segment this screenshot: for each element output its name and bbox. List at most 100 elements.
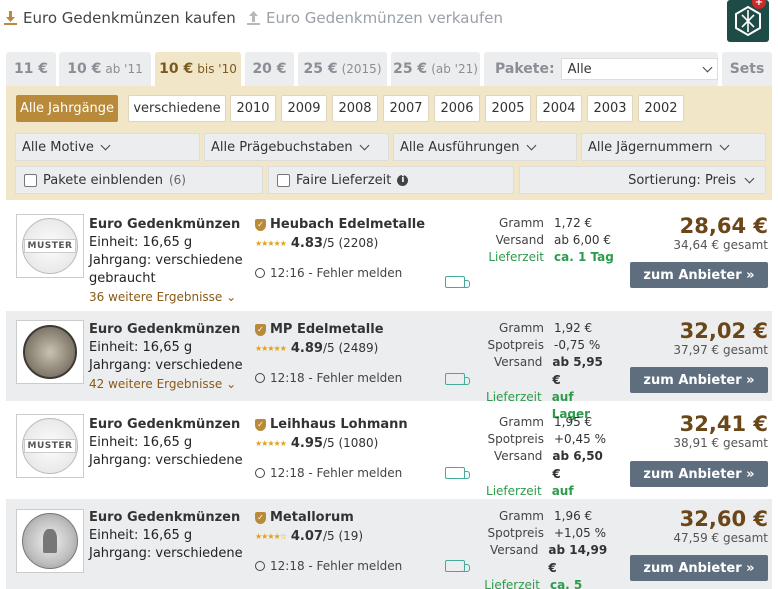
sort-dropdown[interactable]: Sortierung: Preis: [519, 166, 766, 194]
rating-max: /5: [322, 529, 335, 543]
sort-dropdown-label: Sortierung: Preis: [628, 172, 736, 188]
pakete-select-value: Alle: [567, 61, 592, 77]
product-name[interactable]: Euro Gedenkmünzen: [89, 416, 243, 434]
verified-shield-icon: ✓: [255, 324, 266, 336]
dealer-name[interactable]: ✓ Heubach Edelmetalle: [255, 216, 425, 234]
to-provider-button[interactable]: zum Anbieter »: [630, 461, 768, 487]
year-2009[interactable]: 2009: [281, 95, 327, 122]
coin-image: MUSTER: [22, 218, 78, 274]
result-row: Euro Gedenkmünzen Einheit: 16,65 g Jahrg…: [6, 311, 772, 421]
download-icon: [4, 11, 17, 25]
to-provider-button[interactable]: zum Anbieter »: [630, 367, 768, 393]
pakete-select[interactable]: Alle: [560, 58, 718, 80]
hexagon-logo-icon: [735, 5, 761, 37]
delivery-truck-icon: [445, 373, 470, 385]
product-unit: Einheit: 16,65 g: [89, 528, 193, 543]
year-2004[interactable]: 2004: [536, 95, 582, 122]
result-row: MUSTER Euro Gedenkmünzen Einheit: 16,65 …: [6, 406, 772, 515]
lieferzeit-value: ca. 1 Tag: [554, 250, 614, 265]
buy-tab[interactable]: Euro Gedenkmünzen kaufen: [4, 9, 236, 27]
update-time[interactable]: 12:18 - Fehler melden: [255, 557, 402, 575]
to-provider-button[interactable]: zum Anbieter »: [630, 555, 768, 581]
pakete-checkbox-label: Pakete einblenden: [43, 172, 163, 188]
coin-thumbnail[interactable]: MUSTER: [16, 414, 84, 478]
tab-11-euro[interactable]: 11 €: [6, 52, 56, 86]
year-2008[interactable]: 2008: [332, 95, 378, 122]
versand-label: Versand: [494, 449, 543, 464]
dealer-name[interactable]: ✓ Metallorum: [255, 509, 402, 527]
product-name[interactable]: Euro Gedenkmünzen: [89, 216, 243, 234]
chevron-down-icon: [744, 173, 755, 184]
product-year: Jahrgang: verschiedene: [89, 453, 243, 468]
coin-thumbnail[interactable]: MUSTER: [16, 214, 84, 278]
year-2010[interactable]: 2010: [230, 95, 276, 122]
dealer-rating[interactable]: ★★★★★ 4.95/5 (1080): [255, 434, 408, 453]
dealer-name-label: Heubach Edelmetalle: [270, 217, 426, 232]
product-name[interactable]: Euro Gedenkmünzen: [89, 509, 243, 527]
versand-label: Versand: [494, 355, 543, 370]
dealer-name[interactable]: ✓ Leihhaus Lohmann: [255, 416, 408, 434]
motive-dropdown[interactable]: Alle Motive: [15, 133, 200, 161]
dealer-info: ✓ Metallorum ★★★★☆ 4.07/5 (19) 12:18 - Feh…: [255, 509, 402, 575]
product-year: Jahrgang: verschiedene: [89, 358, 243, 373]
info-icon[interactable]: i: [397, 174, 409, 186]
gramm-label: Gramm: [499, 321, 544, 335]
tab-sets[interactable]: Sets: [722, 52, 772, 86]
faire-lieferzeit-toggle[interactable]: Faire Lieferzeit i: [268, 166, 514, 194]
product-name[interactable]: Euro Gedenkmünzen: [89, 321, 243, 339]
year-2006[interactable]: 2006: [434, 95, 480, 122]
year-2005[interactable]: 2005: [485, 95, 531, 122]
year-various[interactable]: verschiedene: [128, 95, 226, 122]
coin-thumbnail[interactable]: [16, 509, 84, 573]
dealer-rating[interactable]: ★★★★★ 4.89/5 (2489): [255, 339, 402, 358]
pakete-einblenden-toggle[interactable]: Pakete einblenden (6): [15, 166, 263, 194]
pakete-checkbox[interactable]: [24, 173, 37, 187]
verified-shield-icon: ✓: [255, 219, 266, 231]
to-provider-button[interactable]: zum Anbieter »: [630, 262, 768, 288]
pakete-count: (6): [168, 173, 186, 187]
product-info: Euro Gedenkmünzen Einheit: 16,65 g Jahrg…: [89, 416, 243, 470]
praegebuchstaben-dropdown[interactable]: Alle Prägebuchstaben: [204, 133, 389, 161]
tab-20-euro[interactable]: 20 €: [245, 52, 294, 86]
lieferzeit-label: Lieferzeit: [488, 250, 544, 265]
sell-tab[interactable]: Euro Gedenkmünzen verkaufen: [247, 9, 503, 27]
clock-icon: [255, 268, 265, 278]
coin-thumbnail[interactable]: [16, 320, 84, 384]
tab-25-euro-2015[interactable]: 25 € (2015): [298, 52, 387, 86]
more-results-link[interactable]: 42 weitere Ergebnisse ⌄: [89, 375, 243, 393]
dealer-rating[interactable]: ★★★★★ 4.83/5 (2208): [255, 234, 425, 253]
update-time[interactable]: 12:18 - Fehler melden: [255, 464, 408, 482]
tab-sublabel: ab '11: [105, 62, 143, 76]
year-2002[interactable]: 2002: [638, 95, 684, 122]
year-all[interactable]: Alle Jahrgänge: [16, 95, 118, 122]
update-time[interactable]: 12:18 - Fehler melden: [255, 369, 402, 387]
versand-value: ab 14,99 €: [548, 543, 608, 575]
dealer-rating[interactable]: ★★★★☆ 4.07/5 (19): [255, 527, 402, 546]
tab-10-euro-bis-10[interactable]: 10 € bis '10: [155, 52, 241, 86]
rating-max: /5: [322, 436, 335, 450]
app-logo[interactable]: +: [727, 0, 769, 42]
lieferzeit-value: ca. 5 Tage: [549, 577, 583, 589]
ausfuehrungen-dropdown[interactable]: Alle Ausführungen: [393, 133, 577, 161]
tab-10-euro-ab-11[interactable]: 10 € ab '11: [59, 52, 151, 86]
more-results-link[interactable]: 36 weitere Ergebnisse ⌄: [89, 288, 243, 306]
price-block: 28,64 € 34,64 € gesamt: [673, 214, 768, 252]
spotpreis-label: Spotpreis: [487, 526, 544, 541]
dealer-name[interactable]: ✓ MP Edelmetalle: [255, 321, 402, 339]
tab-sublabel: bis '10: [197, 62, 237, 76]
jaegernummern-dropdown[interactable]: Alle Jägernummern: [581, 133, 766, 161]
stars-icon: ★★★★★: [255, 343, 287, 353]
year-2007[interactable]: 2007: [383, 95, 429, 122]
upload-icon: [247, 11, 260, 25]
faire-lieferzeit-checkbox[interactable]: [277, 173, 290, 187]
product-info: Euro Gedenkmünzen Einheit: 16,65 g Jahrg…: [89, 216, 243, 306]
update-time[interactable]: 12:16 - Fehler melden: [255, 264, 425, 282]
review-count: (2489): [338, 341, 379, 355]
tab-label: 25 €: [393, 61, 428, 77]
dealer-name-label: Metallorum: [270, 510, 354, 525]
chevron-down-icon: ⌄: [226, 377, 237, 391]
more-results-label: 36 weitere Ergebnisse: [89, 290, 223, 304]
year-2003[interactable]: 2003: [587, 95, 633, 122]
tab-25-euro-ab-21[interactable]: 25 € (ab '21): [391, 52, 480, 86]
product-year: Jahrgang: verschiedene: [89, 546, 243, 561]
